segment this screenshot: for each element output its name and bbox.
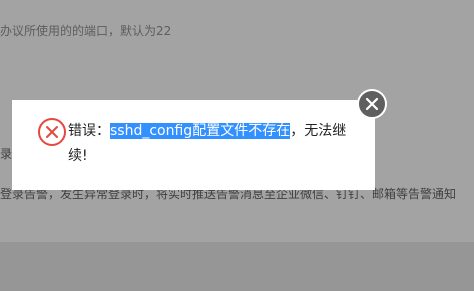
port-description: 办议所使用的的端口，默认为22 xyxy=(0,24,172,38)
error-x-circle-icon xyxy=(37,117,67,147)
error-message: 错误：sshd_config配置文件不存在，无法继续! xyxy=(68,119,358,169)
error-dialog: 错误：sshd_config配置文件不存在，无法继续! xyxy=(12,100,375,190)
background-footer-band xyxy=(0,242,474,291)
selected-error-text[interactable]: sshd_config配置文件不存在 xyxy=(110,123,291,139)
close-dialog-button[interactable] xyxy=(357,89,387,119)
close-icon xyxy=(365,97,379,111)
error-prefix: 错误： xyxy=(68,123,110,139)
